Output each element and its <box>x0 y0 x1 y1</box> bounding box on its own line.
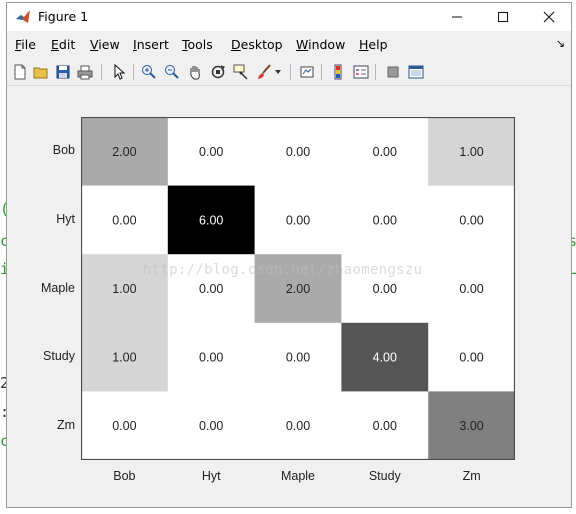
y-tick-label: Bob <box>52 143 75 158</box>
heatmap-cell-value: 0.00 <box>286 351 310 365</box>
menu-bar: File Edit View Insert Tools Desktop Wind… <box>7 33 571 55</box>
heatmap-cell-value: 0.00 <box>459 351 483 365</box>
x-tick-label: Study <box>368 469 401 483</box>
heatmap-cell-value: 0.00 <box>373 145 397 159</box>
brush-dropdown-icon[interactable] <box>273 63 283 81</box>
print-icon[interactable] <box>76 63 94 81</box>
heatmap-cell-value: 0.00 <box>199 282 223 296</box>
heatmap-cell-value: 6.00 <box>199 213 223 227</box>
save-icon[interactable] <box>54 63 72 81</box>
heatmap-cell-value: 0.00 <box>199 419 223 433</box>
heatmap-cell-value: 1.00 <box>459 145 483 159</box>
minimize-icon <box>452 16 462 18</box>
heatmap-cell-value: 0.00 <box>199 351 223 365</box>
zoom-out-icon[interactable] <box>163 63 181 81</box>
heatmap-cell-value: 2.00 <box>286 282 310 296</box>
show-plot-tools-icon[interactable] <box>407 63 425 81</box>
heatmap-cell-value: 4.00 <box>373 351 397 365</box>
heatmap-cell-value: 0.00 <box>112 213 136 227</box>
x-tick-label: Bob <box>113 469 136 483</box>
new-figure-icon[interactable] <box>11 63 29 81</box>
pointer-icon[interactable] <box>110 63 128 81</box>
y-tick-label: Hyt <box>56 211 75 226</box>
close-button[interactable] <box>526 3 572 31</box>
heatmap-cell-value: 0.00 <box>459 213 483 227</box>
heatmap-cell-value: 1.00 <box>112 351 136 365</box>
heatmap-axes[interactable]: 2.00 0.00 0.00 0.00 1.00 0.00 6.00 0.00 0.00 0.00… <box>81 117 515 460</box>
x-tick-label: Maple <box>280 469 316 483</box>
toolbar <box>7 59 571 86</box>
y-tick-label: Study <box>43 349 75 364</box>
menu-edit[interactable]: Edit <box>51 37 75 52</box>
heatmap-cell-value: 0.00 <box>112 419 136 433</box>
heatmap-cell-value: 2.00 <box>112 145 136 159</box>
insert-legend-icon[interactable] <box>352 63 370 81</box>
heatmap-cell-value: 0.00 <box>286 145 310 159</box>
data-cursor-icon[interactable] <box>232 63 250 81</box>
link-plot-icon[interactable] <box>298 63 316 81</box>
menu-insert[interactable]: Insert <box>133 37 169 52</box>
matlab-logo-icon <box>15 9 31 25</box>
minimize-button[interactable] <box>434 3 480 31</box>
open-file-icon[interactable] <box>32 63 50 81</box>
heatmap-cell-value: 0.00 <box>286 213 310 227</box>
y-tick-label: Zm <box>56 417 75 432</box>
heatmap-cell-value: 0.00 <box>459 282 483 296</box>
close-icon <box>543 11 555 23</box>
zoom-in-icon[interactable] <box>140 63 158 81</box>
window-title: Figure 1 <box>38 9 89 24</box>
rotate-3d-icon[interactable] <box>209 63 227 81</box>
watermark-text: http://blog.csdn.net/zhaomengszu <box>143 262 423 278</box>
heatmap-cell-value: 0.00 <box>373 213 397 227</box>
x-tick-label: Zm <box>462 469 481 483</box>
heatmap-cell-value: 3.00 <box>459 419 483 433</box>
title-bar: Figure 1 <box>7 3 571 31</box>
heatmap-cell-value: 0.00 <box>199 145 223 159</box>
y-tick-label: Maple <box>40 280 75 295</box>
menu-view[interactable]: View <box>90 37 120 52</box>
menu-help[interactable]: Help <box>359 37 388 52</box>
dock-arrow-icon[interactable]: ↘ <box>556 37 565 50</box>
heatmap-cell-value: 0.00 <box>373 419 397 433</box>
menu-window[interactable]: Window <box>296 37 345 52</box>
menu-tools[interactable]: Tools <box>182 37 213 52</box>
heatmap-cell-value: 0.00 <box>286 419 310 433</box>
pan-hand-icon[interactable] <box>186 63 204 81</box>
insert-colorbar-icon[interactable] <box>329 63 347 81</box>
maximize-button[interactable] <box>480 3 526 31</box>
brush-icon[interactable] <box>255 63 273 81</box>
figure-window: Figure 1 File Edit View Insert Tools Des… <box>6 2 572 508</box>
heatmap-chart: 2.00 0.00 0.00 0.00 1.00 0.00 6.00 0.00 0.00 0.00… <box>81 117 515 460</box>
menu-desktop[interactable]: Desktop <box>231 37 283 52</box>
x-tick-label: Hyt <box>201 469 221 483</box>
maximize-icon <box>498 12 508 22</box>
heatmap-cell-value: 0.00 <box>373 282 397 296</box>
hide-plot-tools-icon[interactable] <box>384 63 402 81</box>
heatmap-cell-value: 1.00 <box>112 282 136 296</box>
menu-file[interactable]: File <box>15 37 36 52</box>
